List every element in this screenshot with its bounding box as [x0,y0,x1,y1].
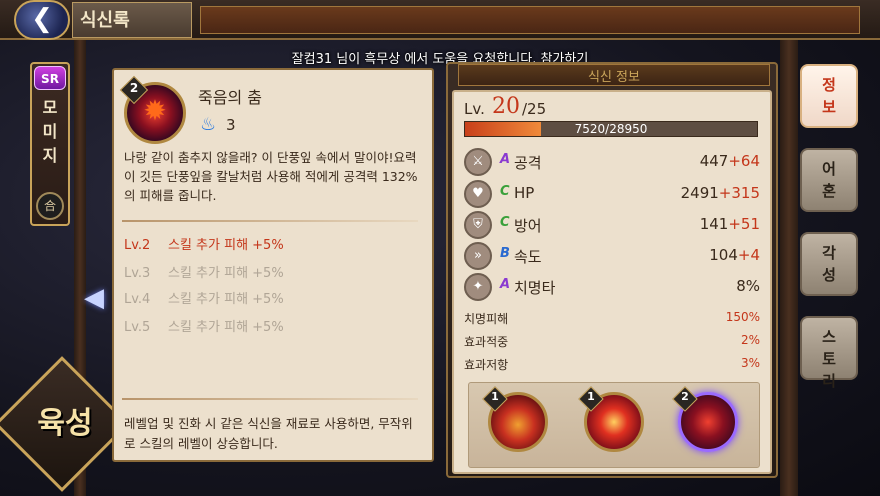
level-effect: 스킬 추가 피해 +5% [168,292,284,307]
level-current: 20 [492,94,520,119]
stat-base: 8% [736,277,760,295]
stat-row-crit: ✦ A 치명타 8% [464,273,760,303]
level-max: /25 [522,100,547,118]
stat-base: 2491 [680,184,719,202]
stat-value: 141+51 [700,215,760,233]
stat-row-hp: ♥ C HP 2491+315 [464,180,760,210]
skill-description: 나랑 같이 춤추지 않을래? 이 단풍잎 속에서 말이야!요력이 깃든 단풍잎을… [124,150,418,203]
stat-bonus: +64 [728,152,760,170]
skill-level-row: Lv.2 스킬 추가 피해 +5% [124,234,424,256]
skill-cost: 3 [226,116,236,134]
level-effect: 스킬 추가 피해 +5% [168,320,284,335]
stat-grade: B [500,246,510,261]
fire-orb-icon: ♨ [200,114,217,135]
stat-value: 2491+315 [681,184,760,202]
stat-row-defense: ⛨ C 방어 141+51 [464,211,760,241]
rarity-badge: SR [34,66,66,90]
skill-level-row: Lv.3 스킬 추가 피해 +5% [124,262,424,284]
character-emblem: 合 [36,192,64,220]
substat-value: 2% [740,333,760,347]
page-title: 식신록 [80,10,130,31]
back-button[interactable]: ❮ [14,0,70,40]
substat-name: 치명피해 [464,312,509,326]
skill-slot-level: 1 [491,390,499,403]
level-label: Lv.5 [124,320,151,335]
stat-value: 8% [736,277,760,295]
substat-row: 효과저항 3% [464,356,760,376]
skill-footer-note: 레벨업 및 진화 시 같은 식신을 재료로 사용하면, 무작위로 스킬의 레벨이… [124,416,413,451]
stat-name: 공격 [514,154,542,172]
stat-base: 141 [699,215,729,233]
stat-name: HP [514,184,535,202]
speed-icon: » [464,242,492,270]
level-effect: 스킬 추가 피해 +5% [168,238,284,253]
stat-bonus: +4 [737,246,760,264]
substat-value: 3% [740,356,760,370]
stat-name: 치명타 [514,279,556,297]
character-name: 모 미 지 [42,98,58,165]
skill-level-number: 2 [129,81,139,95]
substat-name: 효과저항 [464,358,509,372]
stat-name: 속도 [514,248,542,266]
stat-bonus: +315 [718,184,760,202]
shield-icon: ⛨ [464,211,492,239]
substat-value: 150% [725,310,760,324]
stat-name: 방어 [514,217,542,235]
stat-row-speed: » B 속도 104+4 [464,242,760,272]
tab-soul[interactable]: 어 혼 [800,148,858,212]
exp-text: 7520/28950 [574,122,648,136]
stat-value: 104+4 [709,246,760,264]
divider [122,220,418,222]
stat-bonus: +51 [728,215,760,233]
stat-row-attack: ⚔ A 공격 447+64 [464,148,760,178]
info-title: 식신 정보 [588,70,640,85]
level-effect: 스킬 추가 피해 +5% [168,266,284,281]
stat-value: 447+64 [700,152,760,170]
substat-row: 효과적중 2% [464,333,760,353]
stat-base: 104 [709,246,738,264]
stat-grade: A [500,152,511,167]
divider [122,398,418,400]
top-bar-rail [200,6,860,34]
tab-story[interactable]: 스 토 리 [800,316,858,390]
tab-info[interactable]: 정 보 [800,64,858,128]
previous-arrow-icon[interactable]: ◀ [74,285,114,311]
crit-icon: ✦ [464,273,492,301]
skill-slot-level: 1 [587,390,595,403]
back-arrow-icon: ❮ [31,4,53,34]
sword-icon: ⚔ [464,148,492,176]
stat-grade: C [500,184,510,199]
right-pillar [780,40,798,496]
skill-slot-level: 2 [681,390,689,403]
stat-base: 447 [699,152,729,170]
skill-name: 죽음의 춤 [198,88,262,107]
stat-grade: C [500,215,510,230]
stat-grade: A [500,277,511,292]
grow-label: 육성 [37,406,93,441]
substat-row: 치명피해 150% [464,310,760,330]
level-label: Lv.3 [124,266,151,281]
substat-name: 효과적중 [464,335,509,349]
level-label: Lv.4 [124,292,151,307]
heart-icon: ♥ [464,180,492,208]
level-label: Lv. [464,100,485,118]
skill-level-row: Lv.4 스킬 추가 피해 +5% [124,288,424,310]
skill-level-row: Lv.5 스킬 추가 피해 +5% [124,316,424,338]
maple-leaf-icon: ✹ [143,94,167,127]
level-label: Lv.2 [124,238,151,253]
tab-awaken[interactable]: 각 성 [800,232,858,296]
